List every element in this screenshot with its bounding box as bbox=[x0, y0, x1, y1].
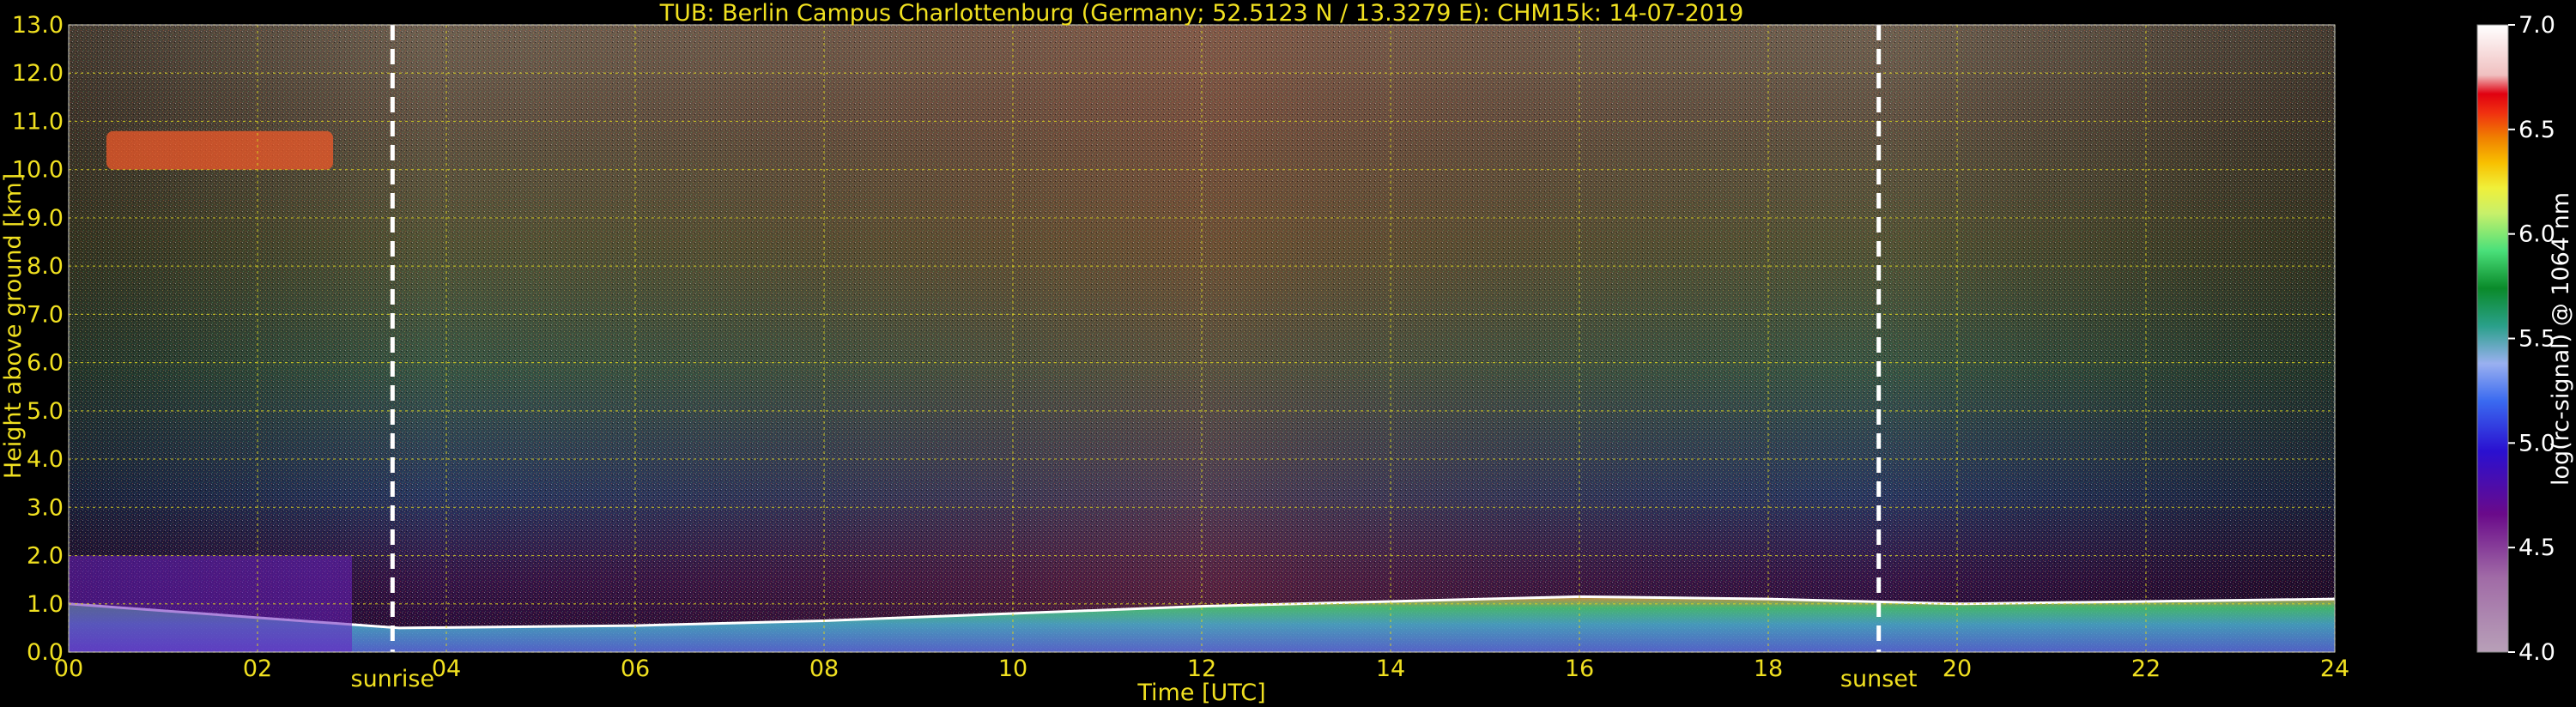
x-tick-label: 00 bbox=[54, 656, 83, 682]
y-tick-label: 9.0 bbox=[27, 205, 64, 232]
x-tick-label: 24 bbox=[2320, 656, 2349, 682]
colorbar-gradient bbox=[2476, 24, 2509, 653]
colorbar: 4.04.55.05.56.06.57.0 log(rc-signal) @ 1… bbox=[2476, 12, 2574, 666]
y-tick-label: 8.0 bbox=[27, 253, 64, 280]
x-tick-label: 18 bbox=[1754, 656, 1783, 682]
colorbar-tick-label: 6.5 bbox=[2518, 117, 2555, 143]
colorbar-tick-label: 4.0 bbox=[2518, 639, 2555, 666]
x-tick-label: 04 bbox=[432, 656, 461, 682]
sunset-label: sunset bbox=[1840, 666, 1918, 692]
lidar-quicklook-figure: 0.01.02.03.04.05.06.07.08.09.010.011.012… bbox=[0, 0, 2574, 706]
x-axis-label: Time [UTC] bbox=[1136, 680, 1265, 706]
y-tick-label: 3.0 bbox=[27, 494, 64, 521]
y-tick-label: 6.0 bbox=[27, 350, 64, 377]
y-tick-label: 7.0 bbox=[27, 301, 64, 328]
x-tick-label: 10 bbox=[998, 656, 1027, 682]
cirrus-cloud bbox=[106, 130, 333, 170]
y-tick-label: 12.0 bbox=[12, 60, 64, 87]
colorbar-label: log(rc-signal) @ 1064 nm bbox=[2548, 192, 2574, 486]
y-tick-label: 1.0 bbox=[27, 591, 64, 618]
x-tick-label: 02 bbox=[243, 656, 272, 682]
x-tick-label: 20 bbox=[1943, 656, 1972, 682]
x-tick-label: 08 bbox=[809, 656, 839, 682]
y-tick-label: 2.0 bbox=[27, 543, 64, 570]
colorbar-tick-label: 4.5 bbox=[2518, 535, 2555, 561]
x-tick-label: 14 bbox=[1376, 656, 1405, 682]
y-tick-label: 4.0 bbox=[27, 446, 64, 473]
sun-marker-labels: sunrise sunset bbox=[351, 666, 1918, 692]
x-tick-label: 12 bbox=[1187, 656, 1216, 682]
y-tick-label: 11.0 bbox=[12, 108, 64, 135]
x-tick-label: 16 bbox=[1565, 656, 1594, 682]
y-tick-label: 5.0 bbox=[27, 398, 64, 425]
y-axis-label: Height above ground [km] bbox=[0, 173, 27, 479]
x-tick-label: 06 bbox=[621, 656, 650, 682]
sunrise-label: sunrise bbox=[351, 666, 435, 692]
y-tick-label: 13.0 bbox=[12, 12, 64, 39]
colorbar-tick-label: 7.0 bbox=[2518, 12, 2555, 39]
chart-title: TUB: Berlin Campus Charlottenburg (Germa… bbox=[659, 0, 1744, 27]
x-tick-label: 22 bbox=[2131, 656, 2161, 682]
plot-area bbox=[68, 24, 2336, 653]
